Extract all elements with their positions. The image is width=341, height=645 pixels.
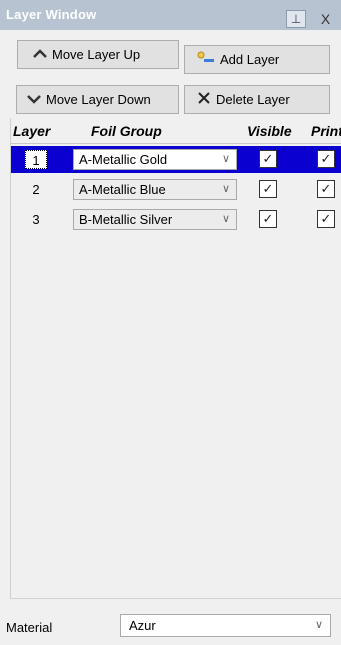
column-header-print[interactable]: Print — [311, 123, 341, 139]
pin-button[interactable]: ⊥ — [286, 10, 306, 28]
column-header-layer[interactable]: Layer — [13, 123, 50, 139]
delete-layer-button[interactable]: Delete Layer — [184, 85, 330, 114]
move-layer-up-label: Move Layer Up — [52, 47, 141, 62]
move-layer-down-button[interactable]: Move Layer Down — [16, 85, 179, 114]
material-label: Material — [6, 620, 53, 635]
foil-group-value: B-Metallic Silver — [79, 212, 173, 227]
delete-layer-label: Delete Layer — [216, 92, 290, 107]
print-checkbox[interactable]: ✓ — [317, 210, 335, 228]
close-icon: X — [320, 11, 331, 27]
visible-checkbox[interactable]: ✓ — [259, 150, 277, 168]
foil-group-select[interactable]: B-Metallic Silver ∨ — [73, 209, 237, 230]
grid-header: Layer Foil Group Visible Print — [11, 118, 341, 144]
column-header-foil-group[interactable]: Foil Group — [91, 123, 162, 139]
add-layer-button[interactable]: Add Layer — [184, 45, 330, 74]
pin-icon: ⊥ — [290, 12, 302, 26]
column-header-visible[interactable]: Visible — [247, 123, 292, 139]
print-checkbox[interactable]: ✓ — [317, 150, 335, 168]
divider — [10, 598, 341, 599]
foil-group-value: A-Metallic Blue — [79, 182, 166, 197]
layer-grid: Layer Foil Group Visible Print 1 A-Metal… — [10, 118, 341, 598]
foil-group-select[interactable]: A-Metallic Blue ∨ — [73, 179, 237, 200]
window-title: Layer Window — [6, 7, 97, 22]
table-row[interactable]: 2 A-Metallic Blue ∨ ✓ ✓ — [11, 176, 341, 203]
layer-number: 1 — [25, 150, 47, 169]
table-row[interactable]: 1 A-Metallic Gold ∨ ✓ ✓ — [11, 146, 341, 173]
chevron-down-icon: ∨ — [221, 213, 230, 225]
delete-icon — [197, 91, 211, 108]
table-row[interactable]: 3 B-Metallic Silver ∨ ✓ ✓ — [11, 206, 341, 233]
move-layer-up-button[interactable]: Move Layer Up — [17, 40, 179, 69]
title-bar: Layer Window ⊥ X — [0, 0, 341, 30]
add-layer-label: Add Layer — [220, 52, 280, 67]
foil-group-select[interactable]: A-Metallic Gold ∨ — [73, 149, 237, 170]
material-value: Azur — [129, 618, 156, 633]
add-layer-icon — [195, 50, 215, 69]
chevron-down-icon — [27, 92, 41, 107]
layer-number: 3 — [32, 212, 40, 227]
chevron-up-icon — [33, 47, 47, 62]
layer-number: 2 — [32, 182, 40, 197]
close-button[interactable]: X — [310, 10, 341, 28]
chevron-down-icon: ∨ — [221, 153, 230, 165]
material-select[interactable]: Azur ∨ — [120, 614, 331, 637]
chevron-down-icon: ∨ — [314, 619, 323, 631]
move-layer-down-label: Move Layer Down — [46, 92, 151, 107]
chevron-down-icon: ∨ — [221, 183, 230, 195]
visible-checkbox[interactable]: ✓ — [259, 180, 277, 198]
visible-checkbox[interactable]: ✓ — [259, 210, 277, 228]
foil-group-value: A-Metallic Gold — [79, 152, 168, 167]
print-checkbox[interactable]: ✓ — [317, 180, 335, 198]
